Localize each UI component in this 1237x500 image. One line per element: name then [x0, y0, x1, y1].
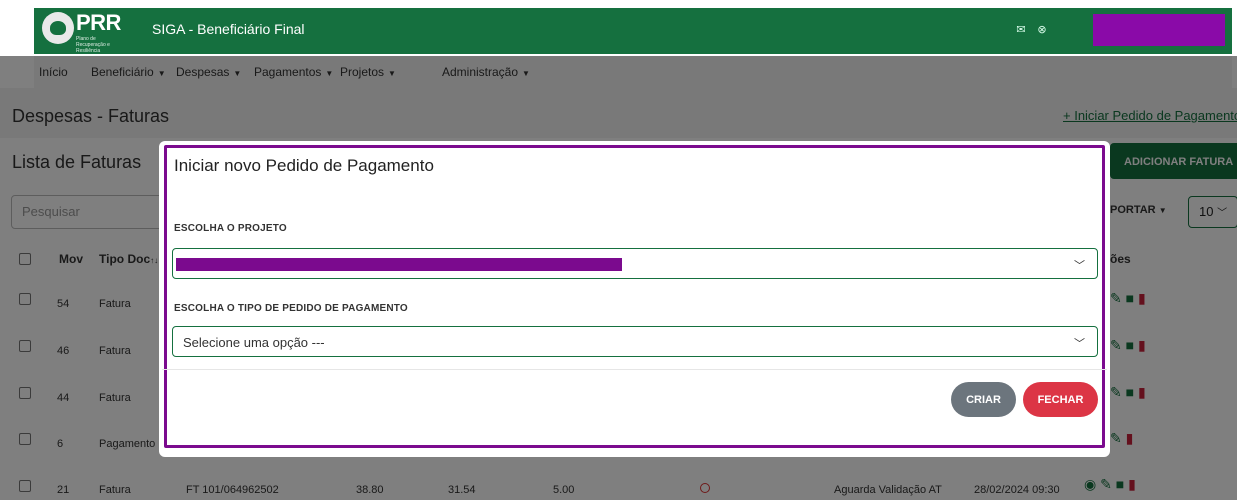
circle-x-icon[interactable]: ⊗ — [1036, 24, 1048, 36]
modal-backdrop-top — [0, 56, 1237, 88]
payment-request-modal: Iniciar novo Pedido de Pagamento ESCOLHA… — [159, 141, 1110, 457]
chevron-down-icon: ﹀ — [1074, 338, 1085, 350]
close-button[interactable]: FECHAR — [1023, 382, 1098, 417]
prr-logo-icon — [42, 12, 74, 44]
payment-type-placeholder: Selecione uma opção --- — [183, 335, 325, 350]
payment-type-label: ESCOLHA O TIPO DE PEDIDO DE PAGAMENTO — [174, 303, 408, 314]
top-header: PRR Plano de Recuperação e Resiliência S… — [0, 0, 1237, 56]
envelope-icon[interactable]: ✉ — [1015, 24, 1027, 36]
project-select[interactable]: ﹀ — [172, 248, 1098, 279]
chevron-down-icon: ﹀ — [1074, 260, 1085, 272]
project-value-redacted — [176, 258, 622, 271]
modal-divider — [162, 369, 1107, 370]
logo-subtitle: Plano de Recuperação e Resiliência — [76, 36, 110, 54]
modal-title: Iniciar novo Pedido de Pagamento — [174, 156, 434, 175]
create-button[interactable]: CRIAR — [951, 382, 1016, 417]
payment-type-select[interactable]: Selecione uma opção --- ﹀ — [172, 326, 1098, 357]
user-menu-redacted[interactable] — [1093, 14, 1225, 46]
project-label: ESCOLHA O PROJETO — [174, 223, 287, 234]
logo-text: PRR — [76, 10, 121, 35]
header-bar: PRR Plano de Recuperação e Resiliência S… — [34, 8, 1232, 54]
app-title: SIGA - Beneficiário Final — [152, 21, 305, 37]
